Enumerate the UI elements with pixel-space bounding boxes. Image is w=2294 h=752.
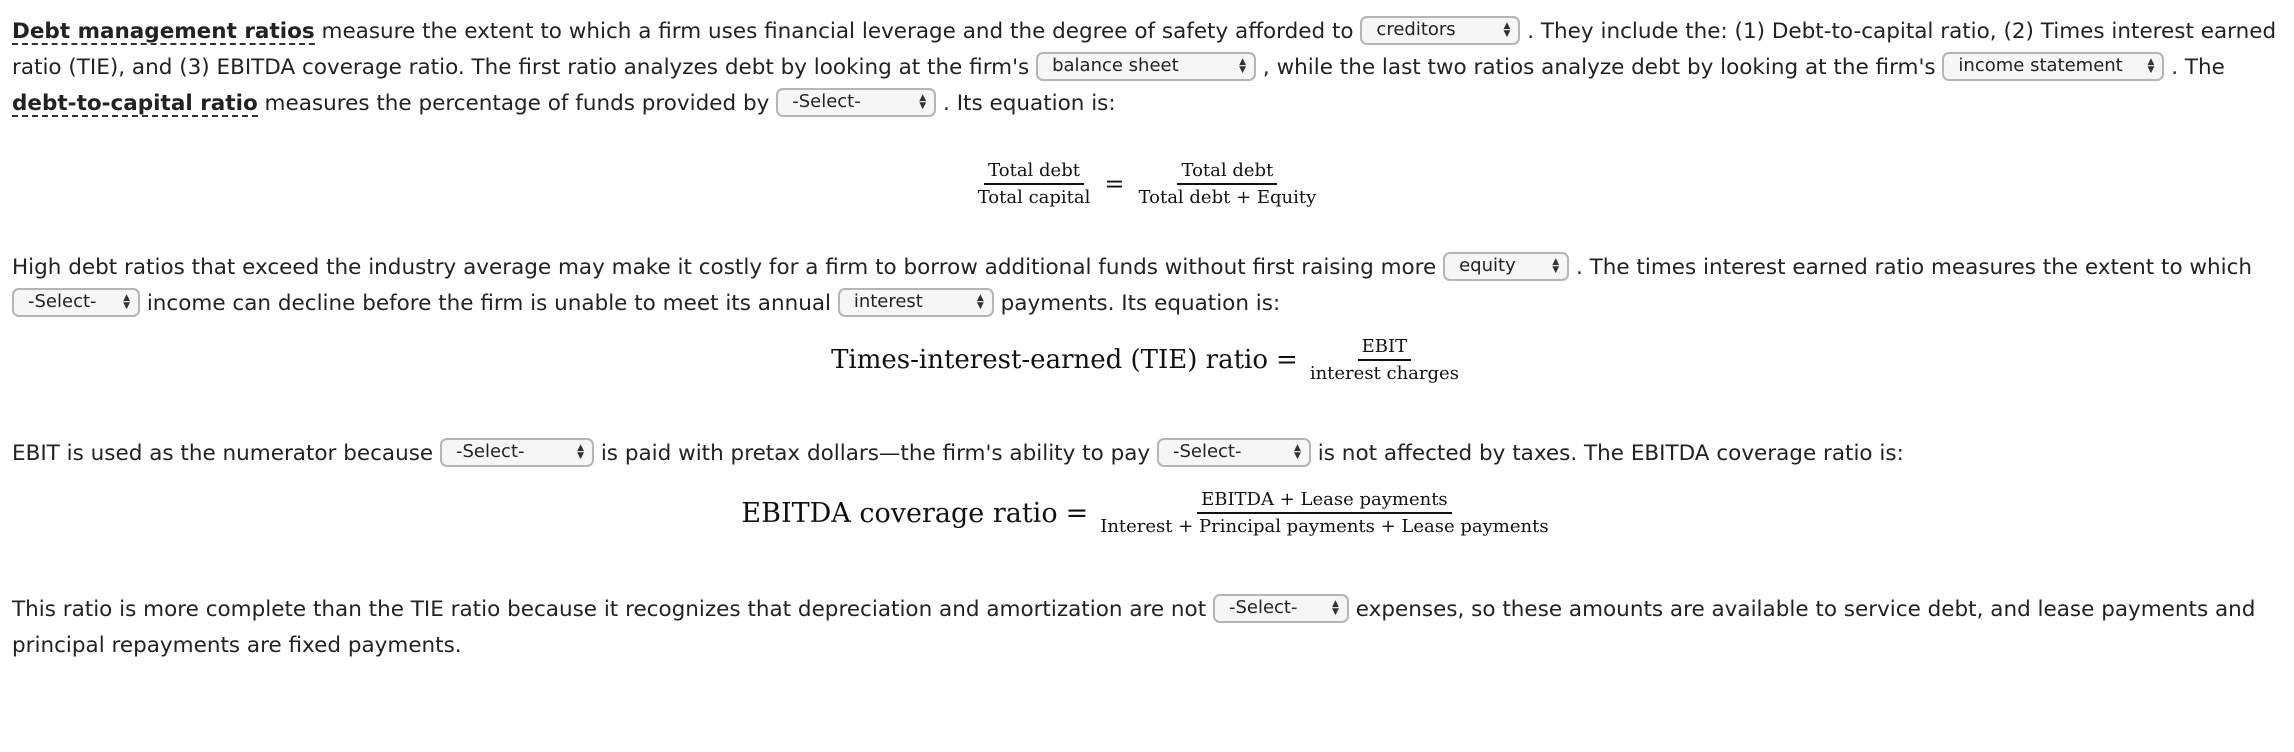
up-down-arrows-icon: ▲ ▼ xyxy=(1239,57,1247,75)
paragraph-ebit-numerator: EBIT is used as the numerator because -S… xyxy=(12,436,2282,472)
equation-debt-to-capital: Total debt Total capital = Total debt To… xyxy=(12,154,2282,214)
text: income can decline before the firm is un… xyxy=(140,291,838,316)
text: This ratio is more complete than the TIE… xyxy=(12,597,1213,622)
up-down-arrows-icon: ▲ ▼ xyxy=(123,293,130,311)
dropdown-annual-payments[interactable]: interest ▲ ▼ xyxy=(837,287,994,317)
fraction: EBIT interest charges xyxy=(1306,336,1463,384)
denominator: Total debt + Equity xyxy=(1138,187,1317,208)
dropdown-last-ratios-source[interactable]: income statement ▲ ▼ xyxy=(1942,51,2165,81)
dropdown-value: interest xyxy=(853,291,923,312)
up-down-arrows-icon: ▲ ▼ xyxy=(976,293,984,311)
paragraph-debt-management: Debt management ratios measure the exten… xyxy=(12,14,2282,122)
text: is not affected by taxes. The EBITDA cov… xyxy=(1310,441,1904,466)
numerator: EBITDA + Lease payments xyxy=(1197,489,1452,514)
dropdown-value: -Select- xyxy=(28,291,97,312)
equation-lhs: EBITDA coverage ratio xyxy=(741,497,1058,529)
term-debt-to-capital-ratio[interactable]: debt-to-capital ratio xyxy=(12,93,258,117)
up-down-arrows-icon: ▲ ▼ xyxy=(577,443,584,461)
dropdown-safety-afforded-to[interactable]: creditors ▲ ▼ xyxy=(1360,15,1521,45)
dropdown-value: -Select- xyxy=(455,441,525,462)
denominator: Total capital xyxy=(977,187,1091,208)
dropdown-value: creditors xyxy=(1376,19,1456,40)
dropdown-first-ratio-source[interactable]: balance sheet ▲ ▼ xyxy=(1036,51,1257,81)
equation-lhs: Times-interest-earned (TIE) ratio xyxy=(831,345,1269,375)
up-down-arrows-icon: ▲ ▼ xyxy=(2147,57,2155,75)
dropdown-ability-to-pay[interactable]: -Select- ▲ ▼ xyxy=(1156,437,1311,467)
up-down-arrows-icon: ▲ ▼ xyxy=(919,93,927,111)
numerator: EBIT xyxy=(1357,336,1412,361)
fraction-rhs: Total debt Total debt + Equity xyxy=(1135,160,1321,208)
up-down-arrows-icon: ▲ ▼ xyxy=(1332,599,1339,617)
numerator: Total debt xyxy=(1177,160,1278,185)
text: EBIT is used as the numerator because xyxy=(12,441,440,466)
dropdown-value: equity xyxy=(1459,255,1516,276)
fraction: EBITDA + Lease payments Interest + Princ… xyxy=(1096,489,1552,537)
text: measure the extent to which a firm uses … xyxy=(314,19,1361,44)
equation-tie-ratio: Times-interest-earned (TIE) ratio = EBIT… xyxy=(12,330,2282,390)
numerator: Total debt xyxy=(984,160,1084,185)
dropdown-value: -Select- xyxy=(1228,597,1298,618)
question-content: Debt management ratios measure the exten… xyxy=(12,14,2282,664)
equals-sign: = xyxy=(1276,345,1298,375)
dropdown-expense-type[interactable]: -Select- ▲ ▼ xyxy=(1212,593,1349,623)
dropdown-value: balance sheet xyxy=(1052,55,1179,76)
up-down-arrows-icon: ▲ ▼ xyxy=(1294,443,1301,461)
text: High debt ratios that exceed the industr… xyxy=(12,255,1444,280)
equals-sign: = xyxy=(1104,170,1125,198)
text: measures the percentage of funds provide… xyxy=(257,91,777,116)
dropdown-funds-provided-by[interactable]: -Select- ▲ ▼ xyxy=(776,87,937,117)
dropdown-value: -Select- xyxy=(792,91,861,112)
denominator: interest charges xyxy=(1309,363,1459,384)
dropdown-income-type[interactable]: -Select- ▲ ▼ xyxy=(12,287,140,317)
up-down-arrows-icon: ▲ ▼ xyxy=(1503,21,1511,39)
dropdown-value: income statement xyxy=(1958,55,2123,76)
paragraph-ratio-completeness: This ratio is more complete than the TIE… xyxy=(12,592,2282,664)
text: , while the last two ratios analyze debt… xyxy=(1256,55,1943,80)
up-down-arrows-icon: ▲ ▼ xyxy=(1552,257,1560,275)
term-debt-management-ratios[interactable]: Debt management ratios xyxy=(12,21,315,45)
dropdown-value: -Select- xyxy=(1172,441,1242,462)
dropdown-paid-with-pretax[interactable]: -Select- ▲ ▼ xyxy=(439,437,594,467)
text: . The times interest earned ratio measur… xyxy=(1569,255,2253,280)
equals-sign: = xyxy=(1065,497,1089,529)
equation-ebitda-coverage: EBITDA coverage ratio = EBITDA + Lease p… xyxy=(12,478,2282,548)
denominator: Interest + Principal payments + Lease pa… xyxy=(1100,516,1549,537)
paragraph-high-debt-ratios: High debt ratios that exceed the industr… xyxy=(12,250,2282,322)
fraction-lhs: Total debt Total capital xyxy=(974,160,1095,208)
text: payments. Its equation is: xyxy=(993,291,1281,316)
text: . The xyxy=(2164,55,2225,80)
text: is paid with pretax dollars—the firm's a… xyxy=(593,441,1157,466)
text: . Its equation is: xyxy=(936,91,1116,116)
dropdown-raising-more[interactable]: equity ▲ ▼ xyxy=(1443,251,1570,281)
